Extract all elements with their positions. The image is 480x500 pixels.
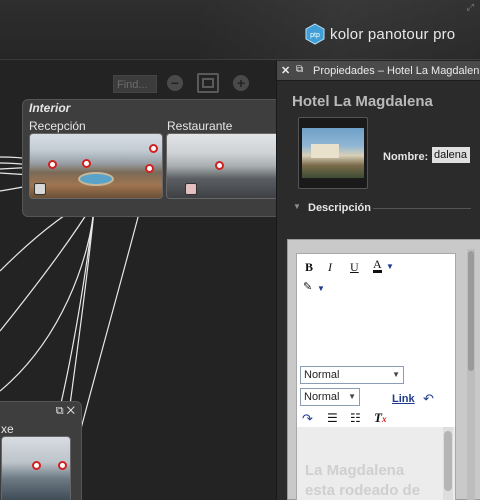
panorama-thumbnail-restaurante[interactable] xyxy=(166,133,276,199)
hotspot-marker[interactable] xyxy=(82,159,91,168)
no-sound-badge-icon[interactable] xyxy=(185,183,197,195)
font-size-select[interactable]: Normal ▼ xyxy=(300,388,360,406)
hotspot-marker[interactable] xyxy=(215,161,224,170)
clear-format-icon[interactable]: Tx xyxy=(374,410,386,426)
group-interior[interactable]: Interior Recepción Restaurante xyxy=(22,99,276,217)
chevron-down-icon: ▼ xyxy=(348,392,356,401)
italic-button[interactable]: I xyxy=(328,260,332,275)
logo-text: ptp xyxy=(310,32,320,39)
font-size-value: Normal xyxy=(304,391,340,403)
tour-name-heading: Hotel La Magdalena xyxy=(292,93,433,110)
tour-thumbnail[interactable] xyxy=(298,117,368,189)
tour-graph-canvas[interactable]: Find... − + Interior Recepción Restauran… xyxy=(0,61,276,500)
hotspot-marker[interactable] xyxy=(58,461,67,470)
node-label-partial: xe xyxy=(1,422,14,436)
underline-button[interactable]: U xyxy=(350,260,359,275)
properties-panel: ✕ ⧉ Propiedades – Hotel La Magdalena Hot… xyxy=(276,61,480,500)
chevron-down-icon[interactable]: ▼ xyxy=(317,284,325,293)
kolor-logo-icon: ptp xyxy=(305,23,325,45)
font-color-letter: A xyxy=(373,257,382,271)
numbered-list-icon[interactable]: ☷ xyxy=(350,411,361,426)
app-window: ptp kolor panotour pro ⤢ Find... − + Int… xyxy=(0,0,480,500)
pool-shape xyxy=(78,172,114,186)
highlight-pen-icon[interactable]: ✎ xyxy=(303,280,312,293)
descripcion-label: Descripción xyxy=(308,202,371,214)
description-text[interactable]: La Magdalena esta rodeado de un bello en… xyxy=(305,461,425,500)
group-title: Interior xyxy=(29,101,71,115)
redo-icon[interactable]: ↷ xyxy=(302,411,313,427)
group-window-icons[interactable]: ⧉ ✕ xyxy=(56,405,75,418)
node-label-restaurante: Restaurante xyxy=(167,119,233,133)
bullet-list-icon[interactable]: ☰ xyxy=(327,411,338,426)
bold-button[interactable]: B xyxy=(305,260,313,275)
panel-title: Propiedades – Hotel La Magdalena xyxy=(313,65,479,77)
panorama-thumbnail-partial[interactable] xyxy=(1,436,71,500)
hotspot-marker[interactable] xyxy=(149,144,158,153)
nombre-input[interactable]: dalena xyxy=(432,147,470,163)
camera-badge-icon[interactable] xyxy=(34,183,46,195)
node-label-recepcion: Recepción xyxy=(29,119,86,133)
paragraph-style-select[interactable]: Normal ▼ xyxy=(300,366,404,384)
editor-scrollbar[interactable] xyxy=(443,427,453,500)
app-brand: kolor panotour pro xyxy=(330,26,456,43)
panel-titlebar: ✕ ⧉ Propiedades – Hotel La Magdalena xyxy=(277,61,480,81)
hotspot-marker[interactable] xyxy=(32,461,41,470)
panorama-thumbnail-recepcion[interactable] xyxy=(29,133,163,199)
editor-content-area[interactable]: La Magdalena esta rodeado de un bello en… xyxy=(297,427,455,500)
hotspot-marker[interactable] xyxy=(145,164,154,173)
collapse-triangle-icon[interactable]: ▼ xyxy=(293,202,301,211)
group-exterior[interactable]: ⧉ ✕ xe xyxy=(0,401,82,500)
chevron-down-icon[interactable]: ▼ xyxy=(386,262,394,271)
font-color-button[interactable]: A xyxy=(373,258,382,273)
top-header-bar: ptp kolor panotour pro ⤢ xyxy=(0,0,480,60)
undo-icon[interactable]: ↶ xyxy=(423,391,434,407)
link-button[interactable]: Link xyxy=(392,393,415,405)
resize-grip-icon[interactable]: ⤢ xyxy=(467,2,474,13)
chevron-down-icon: ▼ xyxy=(392,370,400,379)
close-icon[interactable]: ✕ xyxy=(281,64,290,77)
nombre-label: Nombre: xyxy=(383,151,429,163)
section-divider xyxy=(373,208,471,209)
float-window-icon[interactable]: ⧉ xyxy=(296,64,303,75)
hotspot-marker[interactable] xyxy=(48,160,57,169)
panel-scrollbar[interactable] xyxy=(467,249,475,500)
paragraph-style-value: Normal xyxy=(304,369,340,381)
rich-text-editor[interactable]: B I U A ▼ ✎ ▼ Normal ▼ Normal ▼ Link ↶ ↷… xyxy=(296,253,456,500)
